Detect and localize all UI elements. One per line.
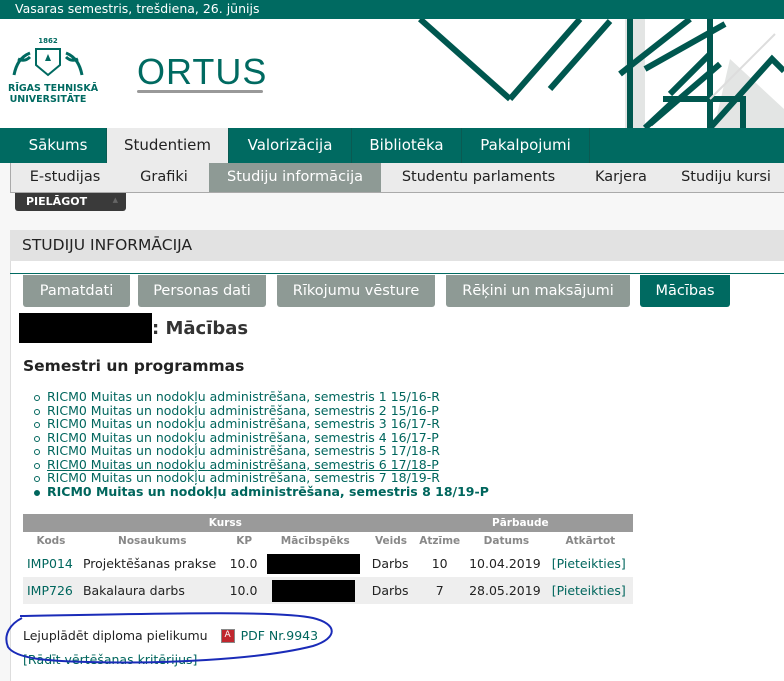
table-row: IMP726 Bakalaura darbs 10.0 Darbs 7 28.0… — [23, 577, 633, 604]
course-code[interactable]: IMP014 — [23, 550, 79, 577]
col-veids: Veids — [374, 535, 408, 547]
courses-table: Kurss Pārbaude Kods Nosaukums KP Mācībsp… — [23, 514, 633, 604]
exam-date: 10.04.2019 — [469, 556, 541, 571]
col-datums: Datums — [483, 535, 530, 547]
tab-rikojumu-vesture[interactable]: Rīkojumu vēsture — [277, 275, 435, 307]
sub-nav: E-studijas Grafiki Studiju informācija S… — [10, 163, 784, 193]
col-atzime: Atzīme — [419, 535, 461, 547]
teacher — [263, 577, 368, 604]
semester-item[interactable]: RICM0 Muitas un nodokļu administrēšana, … — [19, 444, 489, 458]
logo-year: 1862 — [38, 37, 58, 45]
nav-valorizacija[interactable]: Valorizācija — [229, 128, 352, 163]
semester-item[interactable]: RICM0 Muitas un nodokļu administrēšana, … — [19, 471, 489, 485]
logo-line2: UNIVERSITĀTE — [9, 94, 87, 105]
redacted-name — [19, 313, 152, 343]
date-bar: Vasaras semestris, trešdiena, 26. jūnijs — [0, 0, 784, 19]
student-heading: : Mācības — [19, 313, 248, 343]
col-kp: KP — [236, 535, 253, 547]
group-header-parbaude: Pārbaude — [367, 514, 633, 532]
tab-personas-dati[interactable]: Personas dati — [138, 275, 266, 307]
date-text: Vasaras semestris, trešdiena, 26. jūnijs — [15, 1, 260, 16]
subnav-studentu-parlaments[interactable]: Studentu parlaments — [381, 163, 576, 192]
panel-header: STUDIJU INFORMĀCIJA — [10, 230, 784, 261]
nav-studentiem[interactable]: Studentiem — [107, 128, 229, 163]
caret-up-icon: ▲ — [112, 196, 118, 204]
crest-icon — [12, 48, 84, 77]
course-name: Projektēšanas prakse — [82, 556, 217, 571]
heading-text: : Mācības — [152, 317, 249, 339]
col-kods: Kods — [36, 535, 66, 547]
teacher — [263, 550, 368, 577]
semester-list: RICM0 Muitas un nodokļu administrēšana, … — [19, 390, 489, 498]
subnav-e-studijas[interactable]: E-studijas — [11, 163, 119, 192]
exam-type: Darbs — [371, 583, 409, 598]
tab-pamatdati[interactable]: Pamatdati — [23, 275, 130, 307]
subnav-studiju-kursi[interactable]: Studiju kursi — [666, 163, 784, 192]
course-kp: 10.0 — [229, 556, 258, 571]
group-header-kurss: Kurss — [23, 514, 368, 532]
semester-item[interactable]: RICM0 Muitas un nodokļu administrēšana, … — [19, 430, 489, 445]
register-link[interactable]: [Pieteikties] — [548, 577, 633, 604]
customize-label: PIELĀGOT — [26, 195, 88, 208]
ortus-text: ORTUS — [137, 51, 268, 92]
grade: 10 — [431, 556, 448, 571]
rtu-logo[interactable]: 1862 RĪGAS TEHNISKĀ UNIVERSITĀTE — [8, 37, 99, 105]
semester-item[interactable]: RICM0 Muitas un nodokļu administrēšana, … — [19, 390, 489, 404]
nav-pakalpojumi[interactable]: Pakalpojumi — [462, 128, 590, 163]
tab-macibas[interactable]: Mācības — [640, 275, 730, 307]
header: 1862 RĪGAS TEHNISKĀ UNIVERSITĀTE ORTUS — [0, 19, 784, 128]
main-nav: Sākums Studentiem Valorizācija Bibliotēk… — [0, 128, 784, 163]
col-macibspeks: Mācībspēks — [280, 535, 350, 547]
semester-item-current[interactable]: RICM0 Muitas un nodokļu administrēšana, … — [19, 484, 489, 499]
tab-divider — [10, 273, 784, 274]
semester-item[interactable]: RICM0 Muitas un nodokļu administrēšana, … — [19, 457, 489, 472]
course-name: Bakalaura darbs — [82, 583, 185, 598]
semester-item[interactable]: RICM0 Muitas un nodokļu administrēšana, … — [19, 417, 489, 431]
course-code[interactable]: IMP726 — [23, 577, 79, 604]
nav-sakums[interactable]: Sākums — [10, 128, 107, 163]
col-atkartot: Atkārtot — [565, 535, 616, 547]
redacted-teacher — [271, 579, 355, 602]
logo-line1: RĪGAS TEHNISKĀ — [8, 83, 99, 94]
subnav-grafiki[interactable]: Grafiki — [119, 163, 209, 192]
redacted-teacher — [266, 553, 360, 574]
register-link[interactable]: [Pieteikties] — [548, 550, 633, 577]
course-kp: 10.0 — [229, 583, 258, 598]
tab-rekini[interactable]: Rēķini un maksājumi — [446, 275, 630, 307]
section-title: Semestri un programmas — [23, 357, 245, 375]
col-nosaukums: Nosaukums — [118, 535, 187, 547]
header-decoration — [418, 19, 784, 128]
nav-biblioteka[interactable]: Bibliotēka — [352, 128, 462, 163]
customize-button[interactable]: PIELĀGOT ▲ — [15, 193, 126, 211]
subnav-studiju-informacija[interactable]: Studiju informācija — [209, 163, 381, 192]
subnav-karjera[interactable]: Karjera — [576, 163, 666, 192]
hand-drawn-annotation — [5, 612, 333, 664]
semester-item[interactable]: RICM0 Muitas un nodokļu administrēšana, … — [19, 403, 489, 418]
exam-type: Darbs — [371, 556, 409, 571]
panel-title: STUDIJU INFORMĀCIJA — [22, 236, 193, 254]
table-row: IMP014 Projektēšanas prakse 10.0 Darbs 1… — [23, 550, 633, 577]
ortus-logo[interactable]: ORTUS — [137, 51, 267, 93]
exam-date: 28.05.2019 — [469, 583, 541, 598]
grade: 7 — [435, 583, 444, 598]
